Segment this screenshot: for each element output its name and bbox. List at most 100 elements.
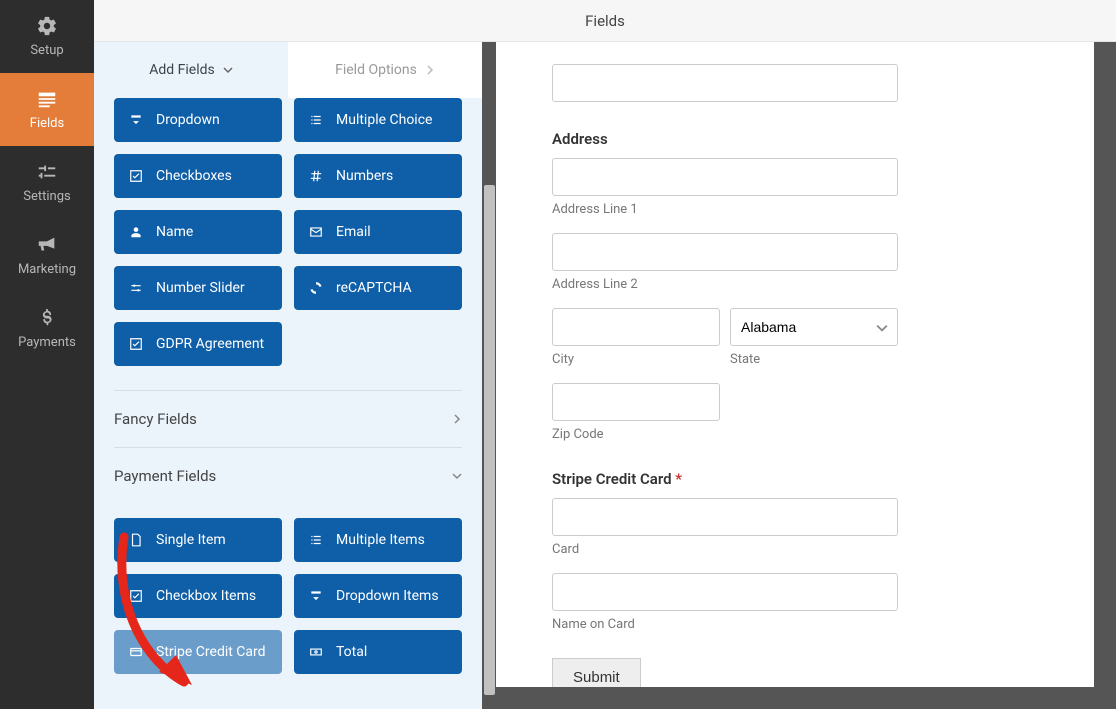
- label-stripe-text: Stripe Credit Card: [552, 470, 672, 488]
- envelope-icon: [309, 225, 323, 239]
- sublabel-city: City: [552, 352, 720, 367]
- input-address-line-2[interactable]: [552, 233, 898, 271]
- input-address-line-1[interactable]: [552, 158, 898, 196]
- field-dropdown[interactable]: Dropdown: [114, 98, 282, 142]
- chevron-right-icon: [452, 414, 462, 424]
- sublabel-state: State: [730, 352, 898, 367]
- tab-field-options[interactable]: Field Options: [288, 42, 482, 98]
- section-fancy-fields[interactable]: Fancy Fields: [114, 391, 462, 447]
- form-preview: Address Address Line 1 Address Line 2 Ci…: [496, 42, 1094, 687]
- list-icon: [309, 533, 323, 547]
- standard-fields-grid: Dropdown Multiple Choice Checkboxes Numb…: [114, 98, 462, 366]
- sublabel-name-on-card: Name on Card: [552, 617, 1038, 632]
- select-state[interactable]: [730, 308, 898, 346]
- field-label: Dropdown Items: [336, 588, 439, 604]
- field-label: reCAPTCHA: [336, 280, 412, 296]
- field-checkbox-items[interactable]: Checkbox Items: [114, 574, 282, 618]
- field-label: Email: [336, 224, 371, 240]
- gear-icon: [36, 15, 58, 37]
- main-area: Fields Add Fields Field Options Dropdown: [94, 0, 1116, 709]
- chevron-down-icon: [452, 471, 462, 481]
- section-label: Fancy Fields: [114, 410, 197, 428]
- sidebar-label: Fields: [30, 116, 64, 131]
- body-row: Add Fields Field Options Dropdown Multip…: [94, 42, 1116, 709]
- tab-label: Add Fields: [149, 62, 215, 78]
- sidebar-item-marketing[interactable]: Marketing: [0, 219, 94, 292]
- field-label: Checkbox Items: [156, 588, 256, 604]
- input-name-on-card[interactable]: [552, 573, 898, 611]
- field-stripe-credit-card[interactable]: Stripe Credit Card: [114, 630, 282, 674]
- sidebar-item-settings[interactable]: Settings: [0, 146, 94, 219]
- sublabel-addr1: Address Line 1: [552, 202, 1038, 217]
- field-email[interactable]: Email: [294, 210, 462, 254]
- panel-tabs: Add Fields Field Options: [94, 42, 482, 98]
- recaptcha-icon: [309, 281, 323, 295]
- field-label: Dropdown: [156, 112, 220, 128]
- money-icon: [309, 645, 323, 659]
- tab-label: Field Options: [335, 62, 417, 78]
- field-label: GDPR Agreement: [156, 336, 264, 352]
- field-multiple-items[interactable]: Multiple Items: [294, 518, 462, 562]
- field-total[interactable]: Total: [294, 630, 462, 674]
- sidebar-item-payments[interactable]: Payments: [0, 292, 94, 365]
- header-bar: Fields: [94, 0, 1116, 42]
- input-generic[interactable]: [552, 64, 898, 102]
- field-label: Numbers: [336, 168, 393, 184]
- field-label: Name: [156, 224, 193, 240]
- input-card[interactable]: [552, 498, 898, 536]
- input-zip[interactable]: [552, 383, 720, 421]
- hash-icon: [309, 169, 323, 183]
- field-label: Total: [336, 644, 367, 660]
- sidebar-label: Payments: [18, 335, 76, 350]
- field-recaptcha[interactable]: reCAPTCHA: [294, 266, 462, 310]
- field-multiple-choice[interactable]: Multiple Choice: [294, 98, 462, 142]
- sublabel-card: Card: [552, 542, 1038, 557]
- sidebar-label: Marketing: [18, 262, 76, 277]
- panel-body: Dropdown Multiple Choice Checkboxes Numb…: [94, 98, 482, 709]
- dropdown-icon: [129, 113, 143, 127]
- sublabel-addr2: Address Line 2: [552, 277, 1038, 292]
- scrollbar-thumb[interactable]: [484, 185, 495, 695]
- field-label: Multiple Choice: [336, 112, 432, 128]
- section-payment-fields[interactable]: Payment Fields: [114, 448, 462, 504]
- sliders-icon: [36, 161, 58, 183]
- check-square-icon: [129, 337, 143, 351]
- sidebar-item-setup[interactable]: Setup: [0, 0, 94, 73]
- field-single-item[interactable]: Single Item: [114, 518, 282, 562]
- check-square-icon: [129, 169, 143, 183]
- required-asterisk: *: [672, 470, 682, 488]
- field-label: Single Item: [156, 532, 226, 548]
- field-checkboxes[interactable]: Checkboxes: [114, 154, 282, 198]
- field-gdpr[interactable]: GDPR Agreement: [114, 322, 282, 366]
- sidebar-item-fields[interactable]: Fields: [0, 73, 94, 146]
- payment-fields-grid: Single Item Multiple Items Checkbox Item…: [114, 518, 462, 674]
- sidebar-label: Settings: [23, 189, 70, 204]
- field-label: Checkboxes: [156, 168, 232, 184]
- chevron-down-icon: [223, 65, 233, 75]
- credit-card-icon: [129, 645, 143, 659]
- input-city[interactable]: [552, 308, 720, 346]
- form-icon: [36, 88, 58, 110]
- field-numbers[interactable]: Numbers: [294, 154, 462, 198]
- field-number-slider[interactable]: Number Slider: [114, 266, 282, 310]
- field-label: Number Slider: [156, 280, 245, 296]
- left-sidebar: Setup Fields Settings Marketing Payments: [0, 0, 94, 709]
- check-square-icon: [129, 589, 143, 603]
- label-stripe: Stripe Credit Card *: [552, 470, 1038, 488]
- dollar-icon: [36, 307, 58, 329]
- dropdown-icon: [309, 589, 323, 603]
- sublabel-zip: Zip Code: [552, 427, 1038, 442]
- submit-button[interactable]: Submit: [552, 658, 641, 687]
- sliders-icon: [129, 281, 143, 295]
- field-panel: Add Fields Field Options Dropdown Multip…: [94, 42, 496, 709]
- field-label: Stripe Credit Card: [156, 644, 266, 660]
- field-name[interactable]: Name: [114, 210, 282, 254]
- chevron-right-icon: [425, 65, 435, 75]
- tab-add-fields[interactable]: Add Fields: [94, 42, 288, 98]
- list-icon: [309, 113, 323, 127]
- field-dropdown-items[interactable]: Dropdown Items: [294, 574, 462, 618]
- section-label: Payment Fields: [114, 467, 216, 485]
- file-icon: [129, 533, 143, 547]
- bullhorn-icon: [36, 234, 58, 256]
- page-title: Fields: [585, 12, 625, 30]
